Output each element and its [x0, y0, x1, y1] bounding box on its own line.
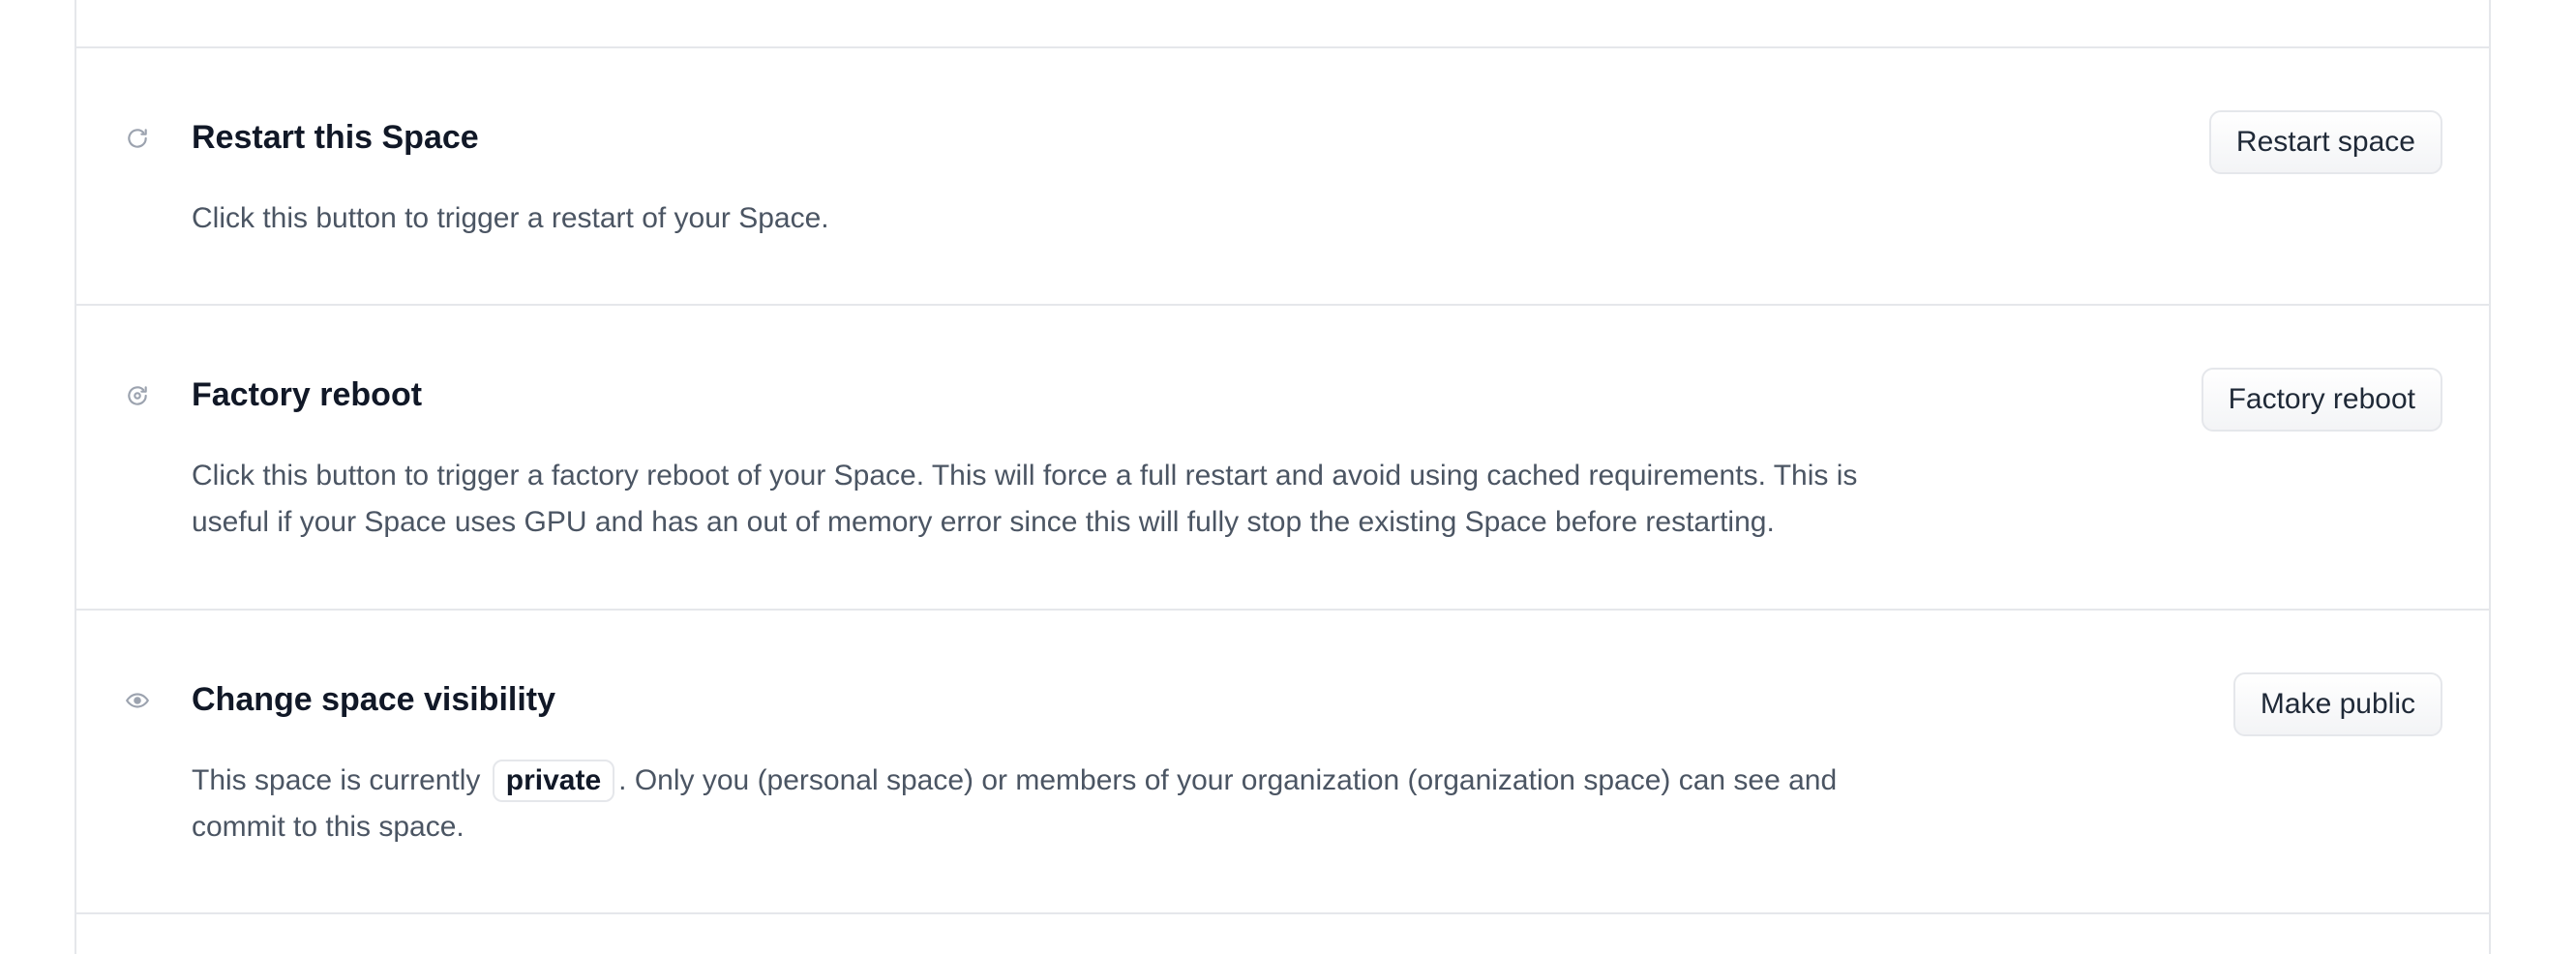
restart-space-title: Restart this Space: [192, 119, 479, 156]
restart-icon: [125, 126, 150, 151]
factory-reboot-title: Factory reboot: [192, 376, 423, 413]
factory-reboot-section: Factory reboot Click this button to trig…: [76, 306, 2489, 609]
restart-space-button[interactable]: Restart space: [2208, 110, 2442, 174]
visibility-status-badge: private: [492, 760, 615, 802]
restart-space-description: Click this button to trigger a restart o…: [192, 202, 829, 234]
visibility-description-prefix: This space is currently: [192, 764, 481, 796]
visibility-title: Change space visibility: [192, 681, 556, 718]
restart-space-section: Restart this Space Click this button to …: [76, 48, 2489, 304]
factory-reboot-description: Click this button to trigger a factory r…: [192, 460, 1858, 538]
eye-icon: [125, 688, 150, 713]
settings-panel: Restart this Space Click this button to …: [75, 0, 2491, 954]
factory-reboot-button[interactable]: Factory reboot: [2201, 368, 2442, 432]
visibility-section: Change space visibility This space is cu…: [76, 611, 2489, 912]
section-divider: [76, 912, 2489, 914]
visibility-description: This space is currently private. Only yo…: [192, 758, 1895, 850]
factory-reboot-icon: [125, 383, 150, 408]
make-public-button[interactable]: Make public: [2232, 672, 2442, 736]
